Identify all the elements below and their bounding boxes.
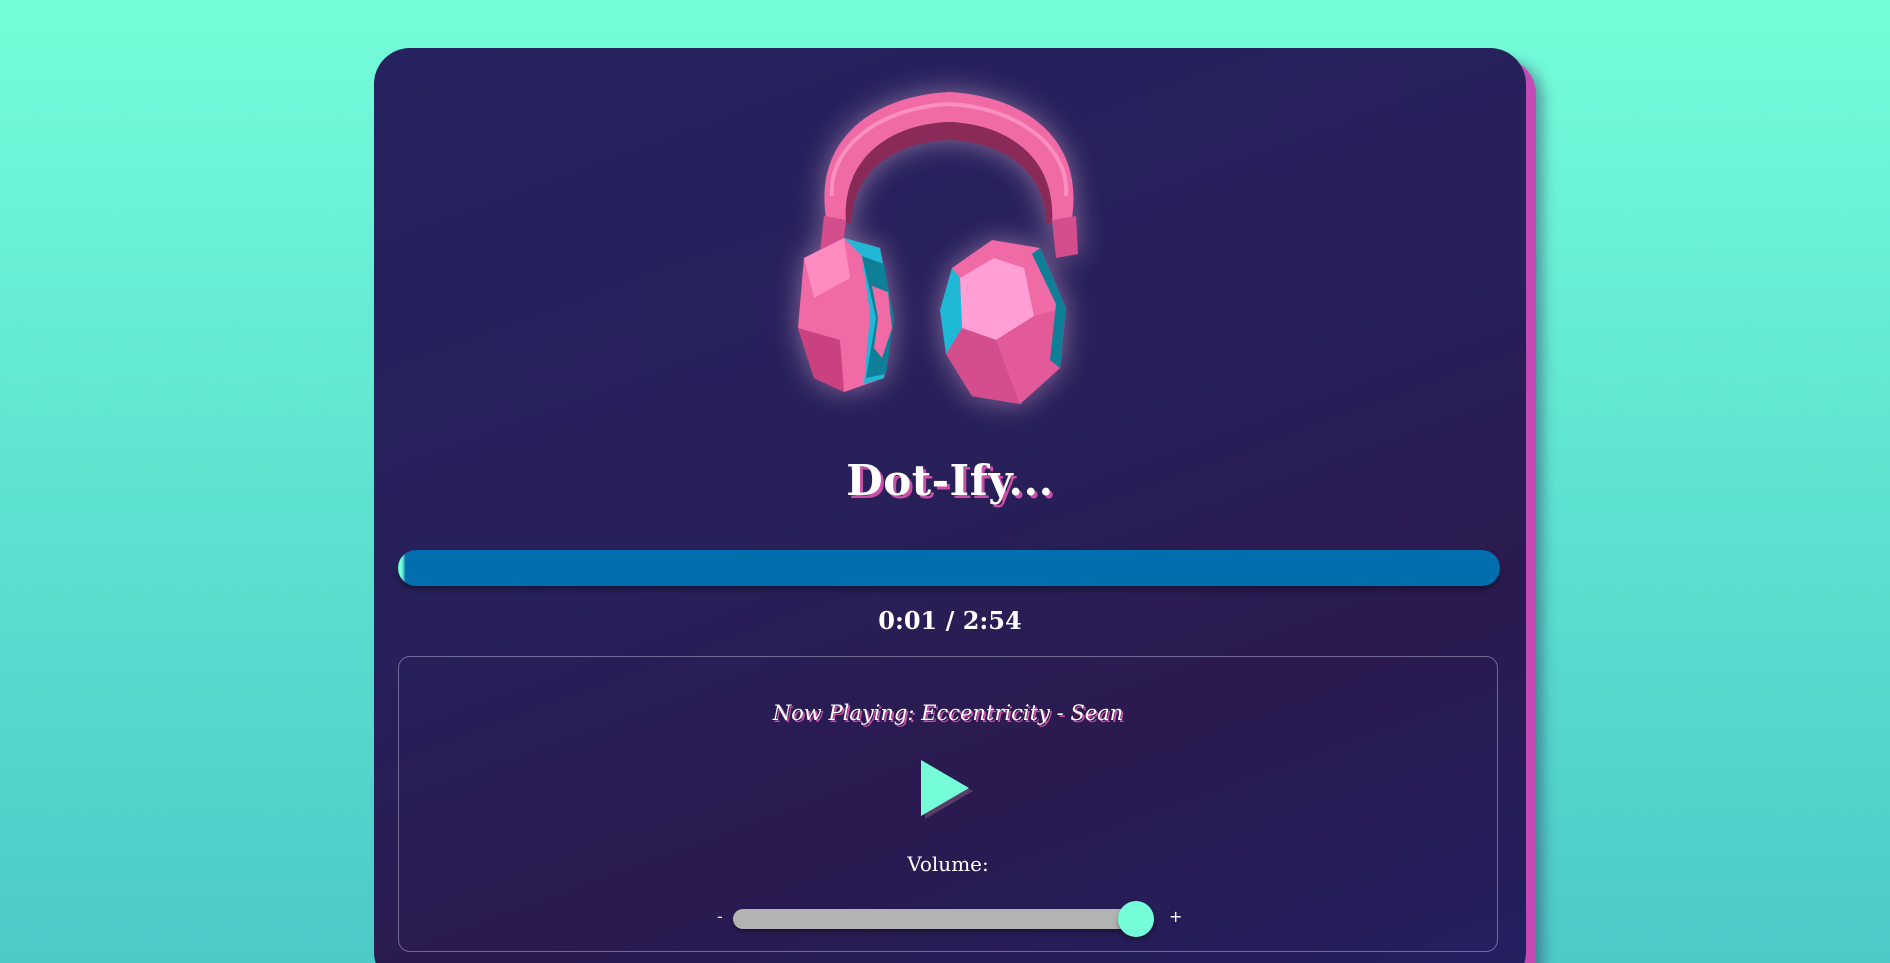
music-player-card: Dot-Ify... 0:01 / 2:54 Now Playing: Ecce… — [374, 48, 1526, 963]
volume-label: Volume: — [907, 852, 989, 876]
play-button[interactable] — [919, 759, 979, 823]
time-display: 0:01 / 2:54 — [878, 606, 1022, 635]
volume-slider[interactable] — [733, 901, 1167, 937]
controls-panel: Now Playing: Eccentricity - Sean Volume:… — [398, 656, 1498, 952]
volume-slider-thumb[interactable] — [1118, 901, 1155, 937]
volume-max-symbol: + — [1169, 907, 1183, 926]
app-title: Dot-Ify... — [846, 456, 1054, 505]
volume-min-symbol: - — [717, 907, 723, 926]
play-icon — [921, 760, 973, 819]
progress-bar-fill — [398, 550, 405, 586]
progress-bar[interactable] — [398, 550, 1500, 586]
headphones-icon — [784, 78, 1114, 418]
volume-slider-track — [733, 909, 1153, 929]
now-playing-text: Now Playing: Eccentricity - Sean — [772, 701, 1124, 725]
